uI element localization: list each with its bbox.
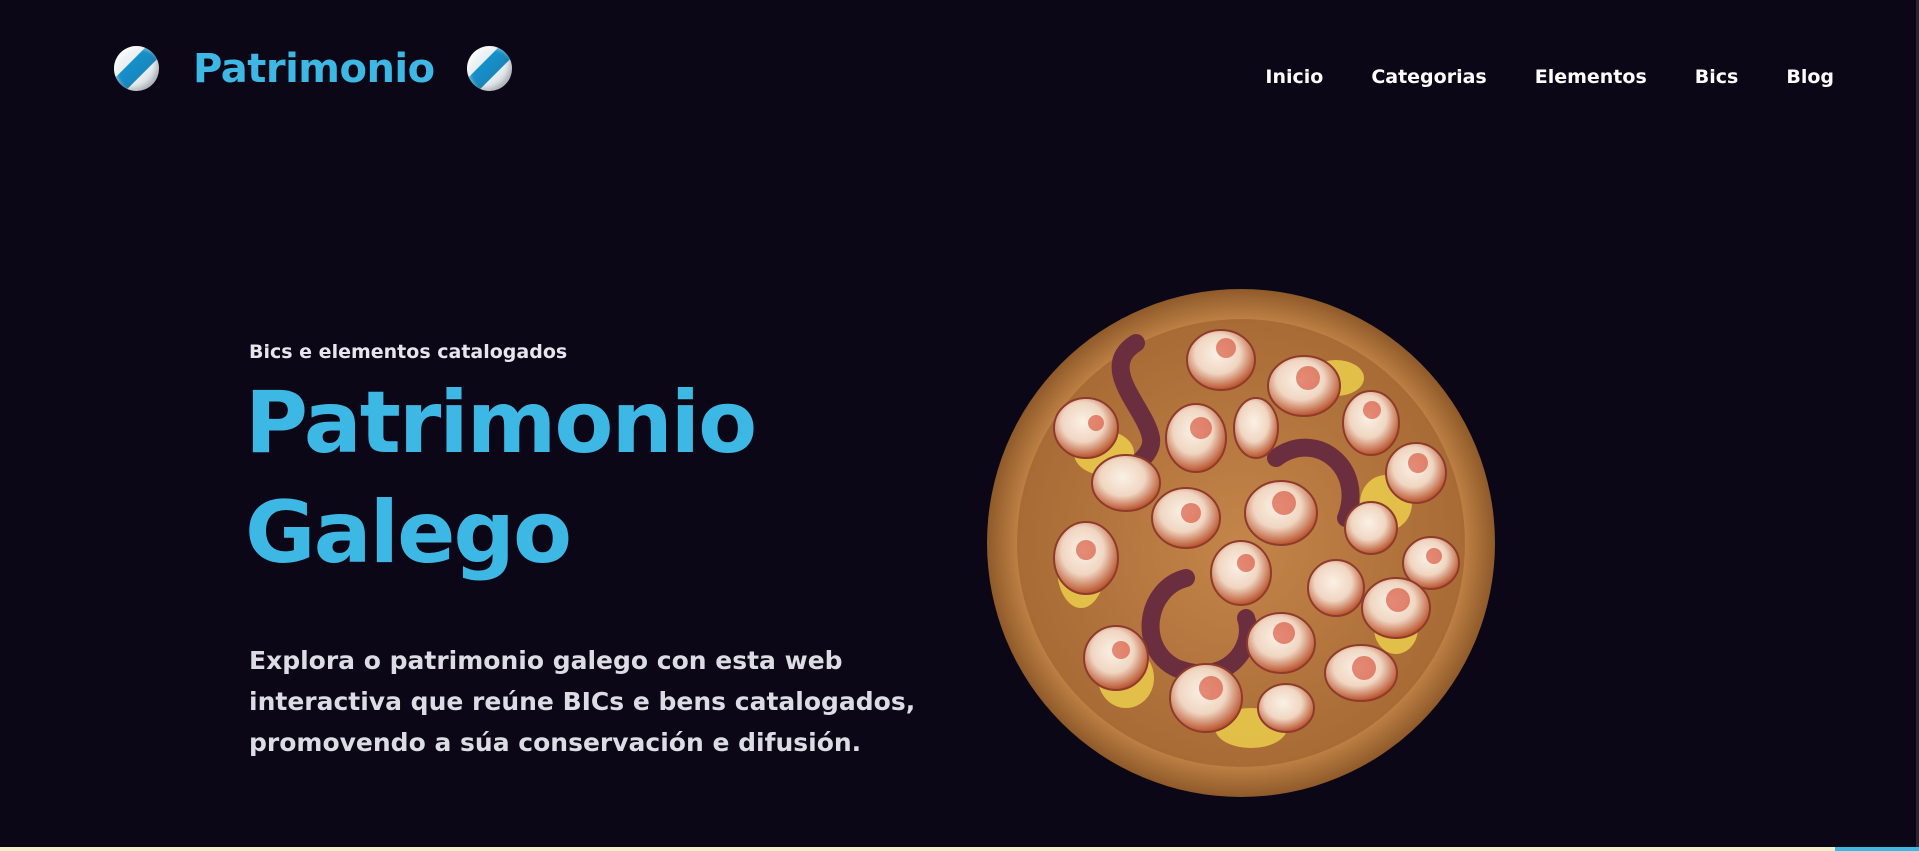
pulpo-a-feira-dish-image [987, 289, 1495, 797]
nav-item-inicio[interactable]: Inicio [1265, 68, 1323, 87]
hero-title: Patrimonio Galego [245, 368, 989, 588]
site-header: Patrimonio Inicio Categorias Elementos B… [0, 0, 1919, 150]
brand-logo[interactable]: Patrimonio [114, 46, 512, 91]
hero-title-line: Patrimonio [245, 373, 757, 473]
galician-flag-icon [114, 46, 159, 91]
nav-item-blog[interactable]: Blog [1786, 68, 1834, 87]
hero-description-line: interactiva que reúne BICs e bens catalo… [249, 687, 916, 716]
hero-title-line: Galego [245, 483, 572, 583]
brand-name: Patrimonio [193, 45, 435, 92]
galician-flag-icon [466, 46, 512, 91]
hero-description-line: promovendo a súa conservación e difusión… [249, 728, 862, 757]
hero-eyebrow: Bics e elementos catalogados [249, 341, 568, 363]
footer-strip [0, 847, 1919, 851]
nav-item-bics[interactable]: Bics [1695, 68, 1739, 87]
main-nav: Inicio Categorias Elementos Bics Blog [1217, 68, 1834, 87]
hero-description-line: Explora o patrimonio galego con esta web [249, 646, 843, 675]
nav-item-elementos[interactable]: Elementos [1535, 68, 1647, 87]
hero-description: Explora o patrimonio galego con esta web… [249, 640, 989, 763]
footer-accent [1835, 847, 1919, 851]
hero-section: Bics e elementos catalogados Patrimonio … [245, 340, 989, 763]
nav-item-categorias[interactable]: Categorias [1371, 68, 1486, 87]
